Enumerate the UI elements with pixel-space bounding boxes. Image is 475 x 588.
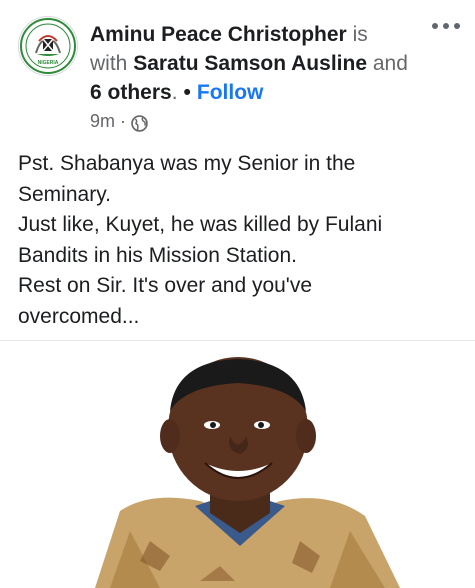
timestamp[interactable]: 9m [90, 108, 115, 134]
post-text-line: Rest on Sir. It's over and you've [18, 274, 312, 297]
more-dot [432, 23, 438, 29]
post-text-line: overcomed... [18, 304, 140, 328]
post-photo[interactable] [0, 341, 475, 588]
post-text-line: Bandits in his Mission Station. [18, 243, 297, 267]
portrait-image [95, 357, 400, 588]
more-dot [443, 23, 449, 29]
facebook-post: NIGERIA Aminu Peace Christopher is with … [0, 0, 475, 588]
post-meta: 9m · [90, 108, 148, 134]
author-name[interactable]: Aminu Peace Christopher [90, 23, 347, 46]
others-link[interactable]: 6 others [90, 81, 172, 104]
globe-icon [131, 113, 148, 132]
post-text-line: Pst. Shabanya was my Senior in the [18, 152, 356, 175]
meta-separator: · [120, 111, 127, 131]
post-text: Pst. Shabanya was my Senior in the Semin… [18, 149, 458, 332]
post-text-line: Just like, Kuyet, he was killed by Fulan… [18, 213, 383, 236]
svg-text:NIGERIA: NIGERIA [38, 60, 59, 66]
and-label: and [372, 52, 408, 75]
tagged-person[interactable]: Saratu Samson Ausline [133, 52, 367, 75]
more-dot [454, 23, 460, 29]
nigeria-coat-of-arms-logo: NIGERIA [20, 18, 76, 74]
more-options-icon[interactable] [429, 14, 463, 38]
post-header: Aminu Peace Christopher is with Saratu S… [90, 20, 408, 107]
follow-button[interactable]: Follow [197, 81, 264, 104]
post-text-line: Seminary. [18, 182, 111, 206]
profile-avatar[interactable]: NIGERIA [18, 16, 78, 76]
period-text: . [171, 81, 178, 104]
separator-dot: • [183, 81, 191, 104]
